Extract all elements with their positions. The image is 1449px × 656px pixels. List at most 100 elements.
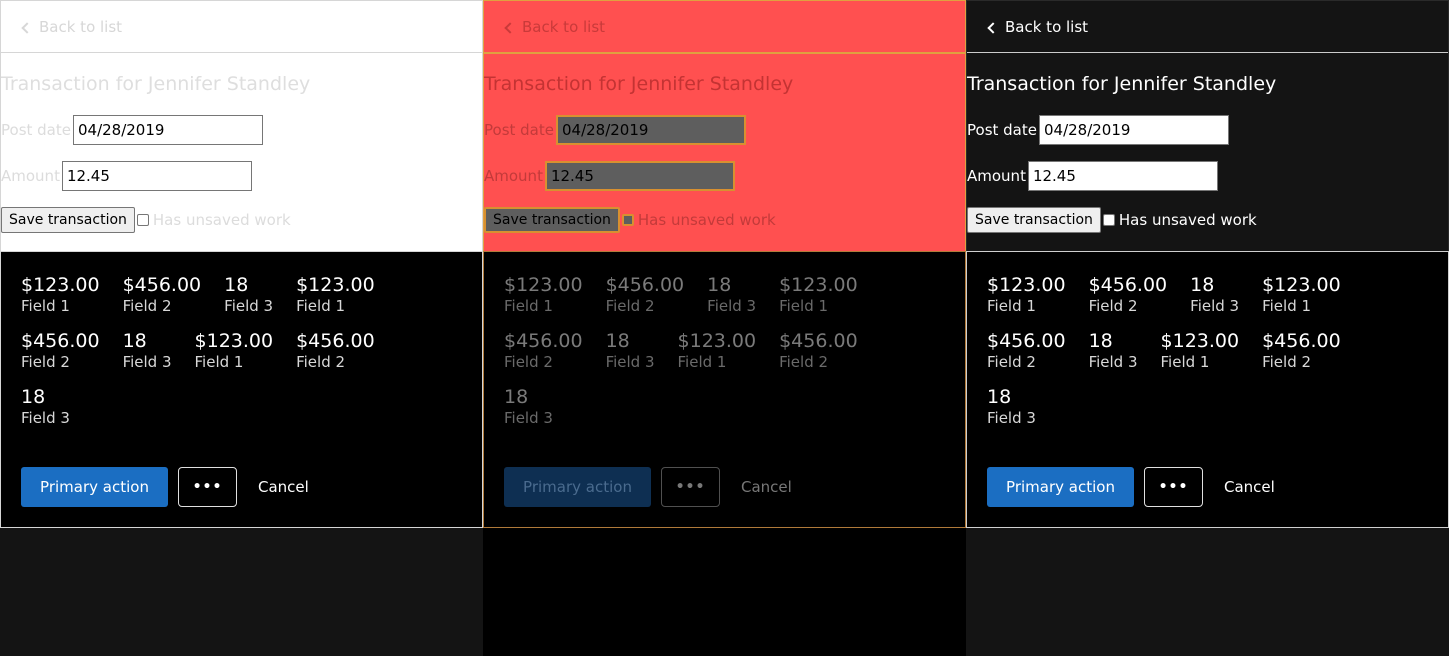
stat-value: $456.00 [1088, 274, 1168, 296]
more-icon: ••• [192, 479, 223, 495]
stats-grid: $123.00 Field 1 $456.00 Field 2 18 Field 3 … [504, 274, 904, 428]
theme-panel-error: Back to list Transaction for Jennifer St… [483, 0, 966, 656]
stat-item: $123.00 Field 1 [296, 274, 375, 316]
primary-action-button[interactable]: Primary action [21, 467, 168, 507]
back-link-label: Back to list [39, 18, 123, 36]
post-date-input[interactable]: 04/28/2019 [72, 115, 263, 145]
save-transaction-button[interactable]: Save transaction [484, 207, 620, 233]
summary-card: $123.00 Field 1 $456.00 Field 2 18 Field 3 … [966, 251, 1449, 528]
stat-label: Field 3 [224, 297, 274, 315]
stat-value: $123.00 [1262, 274, 1341, 296]
save-row: Save transaction Has unsaved work [967, 207, 1257, 233]
amount-label: Amount [967, 167, 1026, 185]
post-date-label: Post date [484, 121, 554, 139]
action-bar: Primary action ••• Cancel [987, 467, 1275, 507]
more-actions-button[interactable]: ••• [1144, 467, 1203, 507]
stat-item: $456.00 Field 2 [123, 274, 202, 316]
amount-input[interactable]: 12.45 [544, 161, 735, 191]
stat-value: $123.00 [987, 274, 1066, 296]
stat-label: Field 2 [1262, 353, 1312, 371]
stat-item: $123.00 Field 1 [987, 274, 1066, 316]
more-icon: ••• [1158, 479, 1189, 495]
post-date-row: Post date 04/28/2019 [484, 115, 746, 145]
stat-item: $456.00 Field 2 [296, 330, 375, 372]
stat-item: 18 Field 3 [21, 386, 70, 428]
cancel-button[interactable]: Cancel [258, 478, 309, 496]
amount-row: Amount 12.45 [484, 161, 735, 191]
stat-value: $456.00 [779, 330, 858, 352]
stat-item: $456.00 Field 2 [504, 330, 583, 372]
stat-value: 18 [21, 386, 46, 408]
back-link[interactable]: Back to list [987, 18, 1088, 36]
stat-label: Field 3 [707, 297, 757, 315]
stat-value: $456.00 [605, 274, 685, 296]
stat-value: $456.00 [504, 330, 583, 352]
stat-item: 18 Field 3 [1089, 330, 1138, 372]
post-date-input[interactable]: 04/28/2019 [1038, 115, 1229, 145]
primary-action-button[interactable]: Primary action [987, 467, 1134, 507]
unsaved-work-checkbox[interactable] [136, 214, 149, 226]
unsaved-work-checkbox[interactable] [1102, 214, 1115, 226]
save-row: Save transaction Has unsaved work [484, 207, 776, 233]
save-transaction-button[interactable]: Save transaction [967, 207, 1101, 233]
stat-label: Field 1 [296, 297, 346, 315]
back-link-label: Back to list [522, 18, 606, 36]
page-title: Transaction for Jennifer Standley [1, 73, 311, 95]
form-region: Back to list Transaction for Jennifer St… [0, 0, 483, 251]
post-date-input[interactable]: 04/28/2019 [555, 115, 746, 145]
chevron-left-icon [987, 21, 999, 34]
header-divider [1, 52, 482, 53]
stat-value: $456.00 [987, 330, 1066, 352]
stat-value: $123.00 [1160, 330, 1240, 352]
amount-input[interactable]: 12.45 [1027, 161, 1218, 191]
cancel-button[interactable]: Cancel [1224, 478, 1275, 496]
stat-value: $456.00 [21, 330, 100, 352]
post-date-row: Post date 04/28/2019 [1, 115, 263, 145]
form-region: Back to list Transaction for Jennifer St… [483, 0, 966, 251]
save-transaction-button[interactable]: Save transaction [1, 207, 135, 233]
save-row: Save transaction Has unsaved work [1, 207, 291, 233]
stat-value: $123.00 [504, 274, 583, 296]
post-date-label: Post date [967, 121, 1037, 139]
stat-label: Field 3 [987, 409, 1036, 427]
theme-panel-dark: Back to list Transaction for Jennifer St… [966, 0, 1449, 656]
stat-item: $123.00 Field 1 [504, 274, 583, 316]
stat-item: $456.00 Field 2 [779, 330, 858, 372]
stat-label: Field 2 [21, 353, 70, 371]
stat-label: Field 2 [987, 353, 1036, 371]
stat-value: $123.00 [296, 274, 375, 296]
amount-input[interactable]: 12.45 [61, 161, 252, 191]
stat-value: $123.00 [779, 274, 858, 296]
primary-action-button[interactable]: Primary action [504, 467, 651, 507]
cancel-button[interactable]: Cancel [741, 478, 792, 496]
stat-label: Field 3 [21, 409, 70, 427]
stat-value: $456.00 [122, 274, 202, 296]
stat-label: Field 1 [1160, 353, 1210, 371]
stat-value: $123.00 [677, 330, 757, 352]
stat-label: Field 2 [605, 297, 655, 315]
back-link[interactable]: Back to list [504, 18, 606, 36]
action-bar: Primary action ••• Cancel [21, 467, 309, 507]
stat-value: 18 [1190, 274, 1215, 296]
stat-label: Field 2 [504, 353, 553, 371]
stat-item: $123.00 Field 1 [779, 274, 858, 316]
stat-item: 18 Field 3 [606, 330, 655, 372]
unsaved-work-checkbox[interactable] [621, 214, 634, 226]
chevron-left-icon [21, 21, 33, 34]
back-link[interactable]: Back to list [21, 18, 123, 36]
stat-label: Field 1 [779, 297, 829, 315]
stat-label: Field 2 [296, 353, 346, 371]
stat-item: $123.00 Field 1 [1161, 330, 1240, 372]
amount-row: Amount 12.45 [1, 161, 252, 191]
stat-item: $456.00 Field 2 [21, 330, 100, 372]
post-date-row: Post date 04/28/2019 [967, 115, 1229, 145]
stat-item: 18 Field 3 [504, 386, 553, 428]
stat-label: Field 1 [677, 353, 727, 371]
stat-item: $123.00 Field 1 [195, 330, 274, 372]
more-actions-button[interactable]: ••• [178, 467, 237, 507]
stat-label: Field 3 [1190, 297, 1240, 315]
stat-item: $456.00 Field 2 [987, 330, 1066, 372]
unsaved-work-label: Has unsaved work [637, 211, 776, 229]
stat-item: $456.00 Field 2 [606, 274, 685, 316]
more-actions-button[interactable]: ••• [661, 467, 720, 507]
